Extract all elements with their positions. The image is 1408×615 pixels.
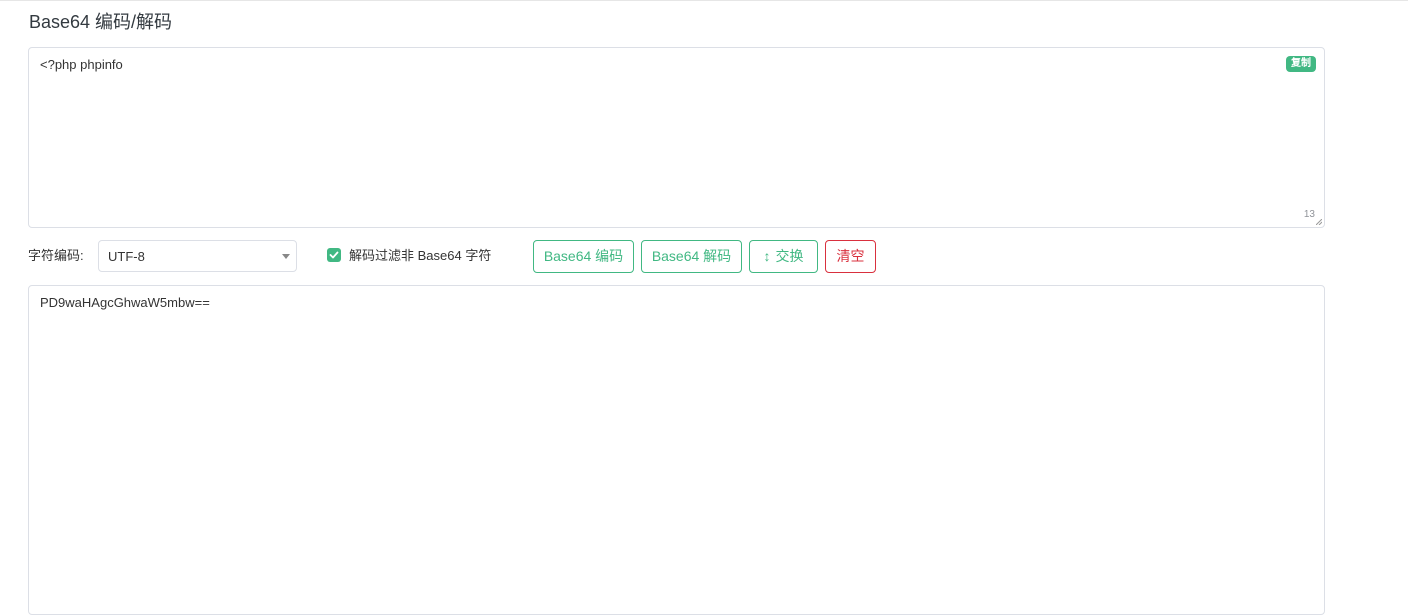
input-textarea[interactable]: <?php phpinfo 复制 13	[28, 47, 1325, 228]
swap-button-label: 交换	[775, 248, 804, 264]
clear-button[interactable]: 清空	[825, 240, 876, 273]
filter-checkbox-label[interactable]: 解码过滤非 Base64 字符	[349, 247, 491, 265]
encode-button[interactable]: Base64 编码	[533, 240, 634, 273]
copy-button[interactable]: 复制	[1286, 56, 1316, 72]
input-text[interactable]: <?php phpinfo	[40, 57, 123, 73]
swap-button[interactable]: ↕ 交换	[749, 240, 818, 273]
output-textarea[interactable]: PD9waHAgcGhwaW5mbw==	[28, 285, 1325, 615]
resize-handle-icon[interactable]	[1316, 219, 1322, 225]
output-text[interactable]: PD9waHAgcGhwaW5mbw==	[40, 295, 210, 311]
charset-label: 字符编码:	[28, 248, 84, 263]
filter-checkbox[interactable]	[327, 248, 341, 262]
checkmark-icon	[329, 251, 339, 259]
top-divider	[0, 0, 1408, 1]
page-title: Base64 编码/解码	[29, 12, 173, 32]
chevron-down-icon	[282, 254, 290, 259]
decode-button[interactable]: Base64 解码	[641, 240, 742, 273]
swap-vertical-icon: ↕	[763, 248, 771, 264]
charset-select-value: UTF-8	[108, 249, 145, 264]
char-count: 13	[1303, 209, 1315, 220]
charset-select[interactable]: UTF-8	[98, 240, 297, 272]
